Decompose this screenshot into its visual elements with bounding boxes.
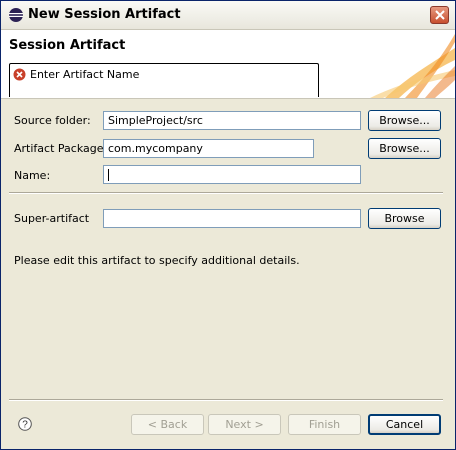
text-caret <box>108 169 109 181</box>
window-title: New Session Artifact <box>28 7 181 22</box>
hint-text: Please edit this artifact to specify add… <box>14 254 300 267</box>
super-artifact-label: Super-artifact <box>14 212 90 225</box>
close-icon <box>435 10 445 20</box>
banner-message: Enter Artifact Name <box>30 68 140 81</box>
super-artifact-browse-button[interactable]: Browse <box>368 208 441 229</box>
help-icon[interactable]: ? <box>18 417 32 431</box>
super-artifact-input[interactable] <box>103 209 361 228</box>
name-input[interactable] <box>103 165 361 184</box>
message-area: Enter Artifact Name <box>9 63 319 97</box>
artifact-package-input[interactable]: com.mycompany <box>103 139 314 158</box>
artifact-package-browse-button[interactable]: Browse... <box>368 138 441 159</box>
source-folder-input[interactable]: SimpleProject/src <box>103 111 361 130</box>
form-area: Source folder: SimpleProject/src Browse.… <box>1 99 455 399</box>
name-label: Name: <box>14 169 51 182</box>
cancel-button[interactable]: Cancel <box>368 414 441 435</box>
next-button[interactable]: Next > <box>208 414 281 435</box>
finish-button[interactable]: Finish <box>288 414 361 435</box>
banner-graphic <box>370 34 455 98</box>
banner-title: Session Artifact <box>9 38 126 53</box>
back-button[interactable]: < Back <box>131 414 204 435</box>
svg-text:?: ? <box>22 420 28 431</box>
artifact-package-label: Artifact Package: <box>14 142 108 155</box>
footer-separator <box>9 399 443 401</box>
source-folder-label: Source folder: <box>14 114 91 127</box>
error-icon <box>13 68 26 81</box>
wizard-banner: Session Artifact Enter Artifact Name <box>1 30 455 99</box>
dialog-window: New Session Artifact Session Artifact En… <box>0 0 456 450</box>
close-button[interactable] <box>430 6 449 24</box>
separator <box>9 192 443 194</box>
source-folder-browse-button[interactable]: Browse... <box>368 110 441 131</box>
title-bar[interactable]: New Session Artifact <box>1 1 455 30</box>
eclipse-icon <box>9 8 23 22</box>
